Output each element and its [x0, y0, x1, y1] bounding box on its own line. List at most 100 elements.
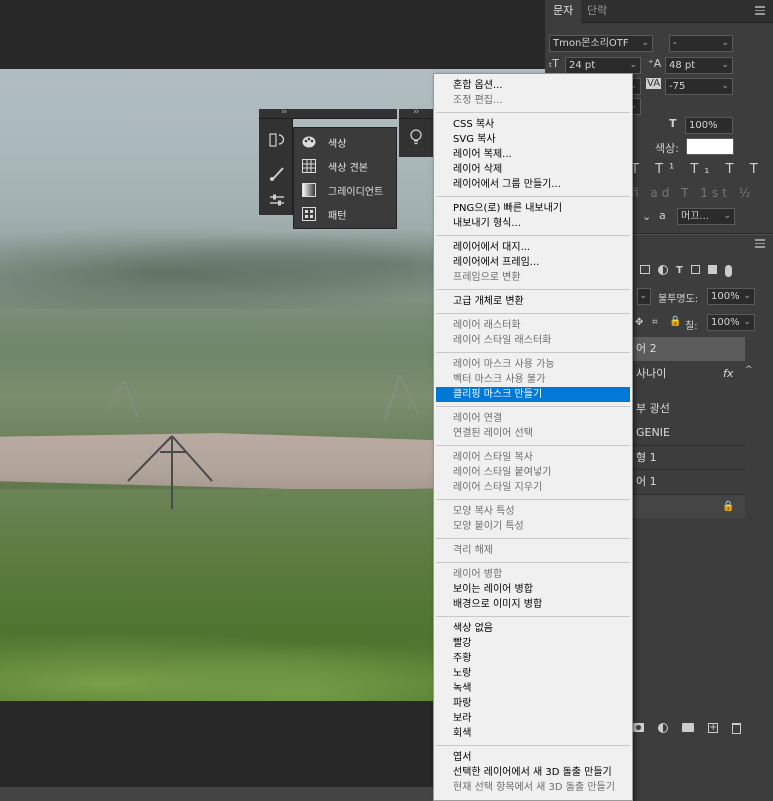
menu-separator	[436, 196, 630, 197]
layer-name: 어 1	[636, 475, 657, 488]
color-label: 색상:	[655, 142, 679, 155]
menu-separator	[436, 289, 630, 290]
antialias-icon: a	[659, 209, 666, 222]
menu-item[interactable]: 주황	[434, 651, 632, 666]
menu-item[interactable]: 노랑	[434, 666, 632, 681]
menu-item[interactable]: 레이어 복제...	[434, 147, 632, 162]
menu-item[interactable]: SVG 복사	[434, 132, 632, 147]
menu-item[interactable]: 회색	[434, 726, 632, 741]
lock-all-icon[interactable]: 🔒	[669, 316, 681, 327]
menu-separator	[436, 499, 630, 500]
menu-item[interactable]: 클리핑 마스크 만들기	[436, 387, 630, 402]
new-layer-icon[interactable]: +	[708, 723, 718, 733]
menu-item[interactable]: 색상 없음	[434, 621, 632, 636]
collapse-arrows-icon[interactable]: ››	[281, 107, 287, 117]
tracking-field[interactable]: -75 ⌄	[665, 78, 733, 95]
shape-filter-icon[interactable]	[690, 265, 700, 274]
text-color-swatch[interactable]	[686, 138, 734, 155]
new-group-icon[interactable]	[682, 723, 694, 732]
flyout-item-label: 패턴	[328, 210, 347, 222]
language-caret[interactable]: ⌄	[642, 210, 651, 223]
lightbulb-icon[interactable]	[407, 128, 425, 146]
menu-separator	[436, 616, 630, 617]
menu-item: 레이어 연결	[453, 413, 503, 424]
flyout-item-swatches[interactable]: 색상 견본	[294, 154, 396, 178]
fill-field[interactable]: 100% ⌄	[707, 314, 755, 331]
adjustment-filter-icon[interactable]	[658, 265, 668, 275]
type-filter-icon[interactable]: T	[676, 265, 683, 279]
opacity-label: 불투명도:	[658, 294, 699, 305]
float-panel-header-right[interactable]: ››	[399, 107, 433, 119]
flyout-item-label: 색상 견본	[328, 162, 368, 174]
menu-item[interactable]: 보라	[434, 711, 632, 726]
opentype-buttons-row[interactable]: ﬁ ad T 1st ½	[631, 186, 754, 200]
image-filter-icon[interactable]	[640, 265, 650, 274]
typo-buttons-row[interactable]: T T¹ T₁ T T	[631, 162, 764, 177]
font-family-select[interactable]: Tmon몬소리OTF ⌄	[549, 35, 653, 52]
menu-separator	[436, 406, 630, 407]
chevron-down-icon: ⌄	[721, 38, 729, 48]
context-menu-body: 혼합 옵션... 조정 편집... CSS 복사 SVG 복사 레이어 복제... 레이어…	[434, 78, 632, 795]
flyout-item-gradient[interactable]: 그레이디언트	[294, 178, 396, 202]
layer-name: 부 광선	[636, 402, 670, 415]
panel-menu-icon[interactable]	[755, 239, 765, 248]
float-panel-header-left[interactable]: ››	[259, 107, 397, 119]
flyout-item-color[interactable]: 색상	[294, 130, 396, 154]
menu-separator	[436, 562, 630, 563]
font-size-field[interactable]: 24 pt ⌄	[565, 57, 641, 74]
add-mask-icon[interactable]	[633, 723, 644, 732]
leading-field[interactable]: 48 pt ⌄	[665, 57, 733, 74]
sliders-icon[interactable]	[268, 191, 286, 209]
float-tool-strip	[259, 119, 293, 215]
menu-item[interactable]: 혼합 옵션...	[434, 78, 632, 93]
flyout-item-label: 색상	[328, 138, 347, 150]
smartobject-filter-icon[interactable]	[707, 265, 717, 274]
menu-item[interactable]: 선택한 레이어에서 새 3D 돌출 만들기	[434, 765, 632, 780]
delete-layer-icon[interactable]	[732, 723, 741, 734]
chevron-down-icon: ⌄	[721, 81, 729, 91]
font-family-value: Tmon몬소리OTF	[553, 38, 629, 49]
menu-item[interactable]: 파랑	[434, 696, 632, 711]
fill-value: 100%	[711, 317, 740, 328]
menu-item[interactable]: 레이어에서 대지...	[434, 240, 632, 255]
chevron-down-icon: ⌄	[721, 60, 729, 70]
horizontal-scale-field[interactable]: 100%	[685, 117, 733, 134]
menu-item[interactable]: CSS 복사	[434, 117, 632, 132]
move-lock-icon[interactable]: ✥	[635, 317, 643, 328]
new-adjustment-icon[interactable]	[658, 723, 668, 733]
expand-effects-caret[interactable]: ^	[745, 365, 753, 385]
artboard-lock-icon[interactable]: ⌗	[652, 317, 658, 328]
menu-item[interactable]: 레이어 삭제	[434, 162, 632, 177]
menu-item[interactable]: 엽서	[434, 750, 632, 765]
tab-paragraph[interactable]: 단락	[579, 0, 615, 23]
menu-item[interactable]: 보이는 레이어 병합	[434, 582, 632, 597]
chevron-down-icon: ⌄	[639, 291, 647, 301]
menu-item[interactable]: 배경으로 이미지 병합	[434, 597, 632, 612]
palette-icon	[302, 135, 316, 149]
brush-icon[interactable]	[268, 165, 286, 183]
layer-context-menu: 혼합 옵션... 조정 편집... CSS 복사 SVG 복사 레이어 복제... 레이어…	[433, 73, 633, 801]
menu-item[interactable]: 레이어에서 프레임...	[434, 255, 632, 270]
fx-badge[interactable]: fx	[723, 362, 733, 386]
menu-item[interactable]: 내보내기 형식...	[434, 216, 632, 231]
menu-item[interactable]: PNG으(로) 빠른 내보내기	[434, 201, 632, 216]
menu-item[interactable]: 고급 개체로 변환	[434, 294, 632, 309]
menu-item[interactable]: 레이어에서 그룹 만들기...	[434, 177, 632, 192]
tracking-icon: VA	[646, 78, 662, 89]
collapse-arrows-icon-2[interactable]: ››	[413, 107, 419, 117]
opacity-value: 100%	[711, 291, 740, 302]
tab-character[interactable]: 문자	[545, 0, 582, 23]
menu-item[interactable]: 빨강	[434, 636, 632, 651]
opacity-field[interactable]: 100% ⌄	[707, 288, 755, 305]
filter-toggle-icon[interactable]	[724, 265, 732, 277]
menu-item[interactable]: 녹색	[434, 681, 632, 696]
antialias-select[interactable]: 머끄... ⌄	[677, 208, 735, 225]
lock-icon: 🔒	[722, 501, 735, 512]
adjustments-icon[interactable]	[268, 131, 286, 149]
panel-menu-icon[interactable]	[755, 6, 765, 15]
layer-name: GENIE	[636, 426, 670, 439]
font-style-select[interactable]: - ⌄	[669, 35, 733, 52]
flyout-item-pattern[interactable]: 패턴	[294, 202, 396, 226]
menu-separator	[436, 538, 630, 539]
blend-mode-caret[interactable]: ⌄	[637, 288, 651, 305]
